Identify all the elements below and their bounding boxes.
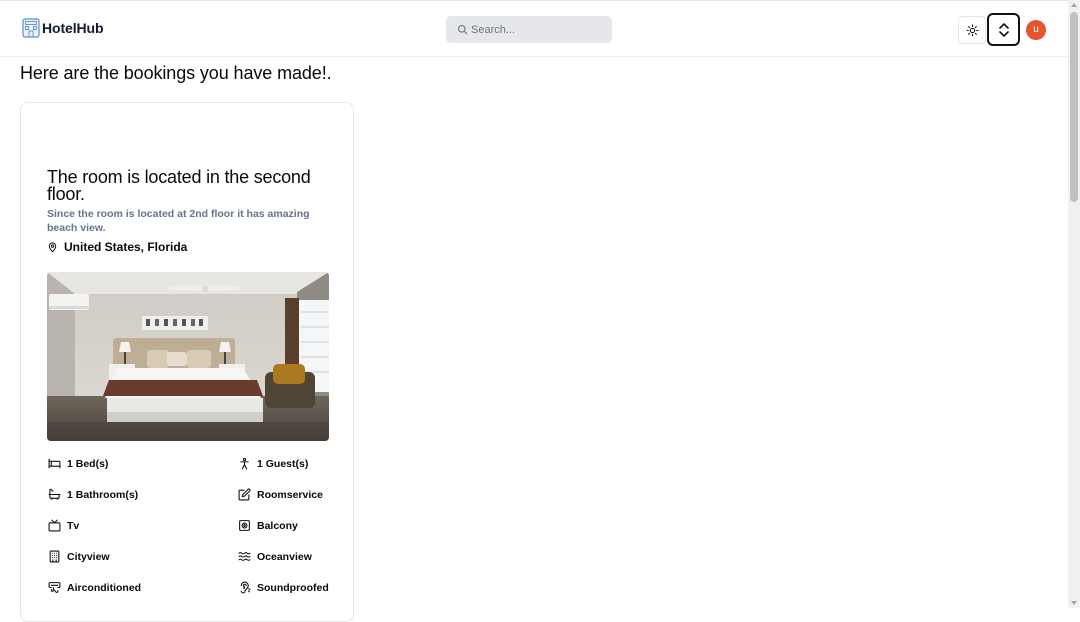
amenity-label: Soundproofed — [257, 581, 329, 594]
map-pin-icon — [48, 242, 57, 253]
amenity-beds: 1 Bed(s) — [48, 457, 108, 470]
amenity-tv: Tv — [48, 519, 79, 532]
theme-toggle-button[interactable] — [958, 16, 986, 44]
amenity-label: Roomservice — [257, 488, 323, 501]
amenity-label: Balcony — [257, 519, 298, 532]
amenity-oceanview: Oceanview — [238, 550, 312, 563]
page-heading: Here are the bookings you have made!. — [20, 63, 332, 83]
scroll-down-arrow-icon[interactable] — [1071, 601, 1077, 605]
hotel-logo-icon — [22, 18, 40, 38]
booking-title: The room is located in the second floor. — [47, 167, 311, 204]
amenity-label: 1 Bed(s) — [67, 457, 109, 470]
sun-icon — [966, 24, 978, 36]
search-input[interactable] — [471, 23, 601, 36]
amenity-soundproofed: Soundproofed — [238, 581, 329, 594]
booking-location: United States, Florida — [47, 240, 187, 254]
booking-card[interactable]: The room is located in the second floor.… — [20, 102, 354, 622]
person-icon — [240, 457, 249, 470]
amenity-roomservice: Roomservice — [238, 488, 323, 501]
search-bar[interactable] — [446, 16, 612, 43]
page-scrollbar[interactable] — [1068, 0, 1080, 608]
bath-icon — [48, 488, 61, 500]
building-icon — [49, 550, 60, 563]
room-service-icon — [238, 488, 251, 501]
amenity-cityview: Cityview — [48, 550, 110, 563]
scrollbar-thumb[interactable] — [1070, 12, 1078, 202]
amenity-label: Cityview — [67, 550, 110, 563]
chevrons-up-down-icon — [998, 22, 1009, 37]
tv-icon — [48, 519, 61, 532]
app-name: HotelHub — [42, 20, 104, 36]
ear-off-icon — [240, 581, 251, 594]
location-text: United States, Florida — [64, 240, 188, 254]
menu-select-button[interactable] — [987, 13, 1020, 46]
amenity-guests: 1 Guest(s) — [238, 457, 308, 470]
search-icon — [458, 25, 468, 35]
amenity-label: Tv — [67, 519, 80, 532]
booking-description: Since the room is located at 2nd floor i… — [47, 208, 310, 234]
amenity-airconditioned: Airconditioned — [48, 581, 141, 594]
amenity-label: Oceanview — [257, 550, 312, 563]
waves-icon — [238, 552, 251, 561]
air-vent-icon — [48, 582, 61, 593]
amenity-bathrooms: 1 Bathroom(s) — [48, 488, 138, 501]
logo[interactable]: HotelHub — [22, 18, 104, 38]
amenity-label: 1 Guest(s) — [257, 457, 309, 470]
top-navbar: HotelHub u — [0, 0, 1068, 57]
scroll-up-arrow-icon[interactable] — [1071, 3, 1077, 7]
user-avatar[interactable]: u — [1026, 20, 1046, 40]
room-photo — [47, 272, 329, 441]
bed-icon — [48, 458, 61, 469]
amenity-label: 1 Bathroom(s) — [67, 488, 139, 501]
balcony-icon — [239, 520, 250, 531]
amenity-balcony: Balcony — [238, 519, 298, 532]
amenity-label: Airconditioned — [67, 581, 142, 594]
